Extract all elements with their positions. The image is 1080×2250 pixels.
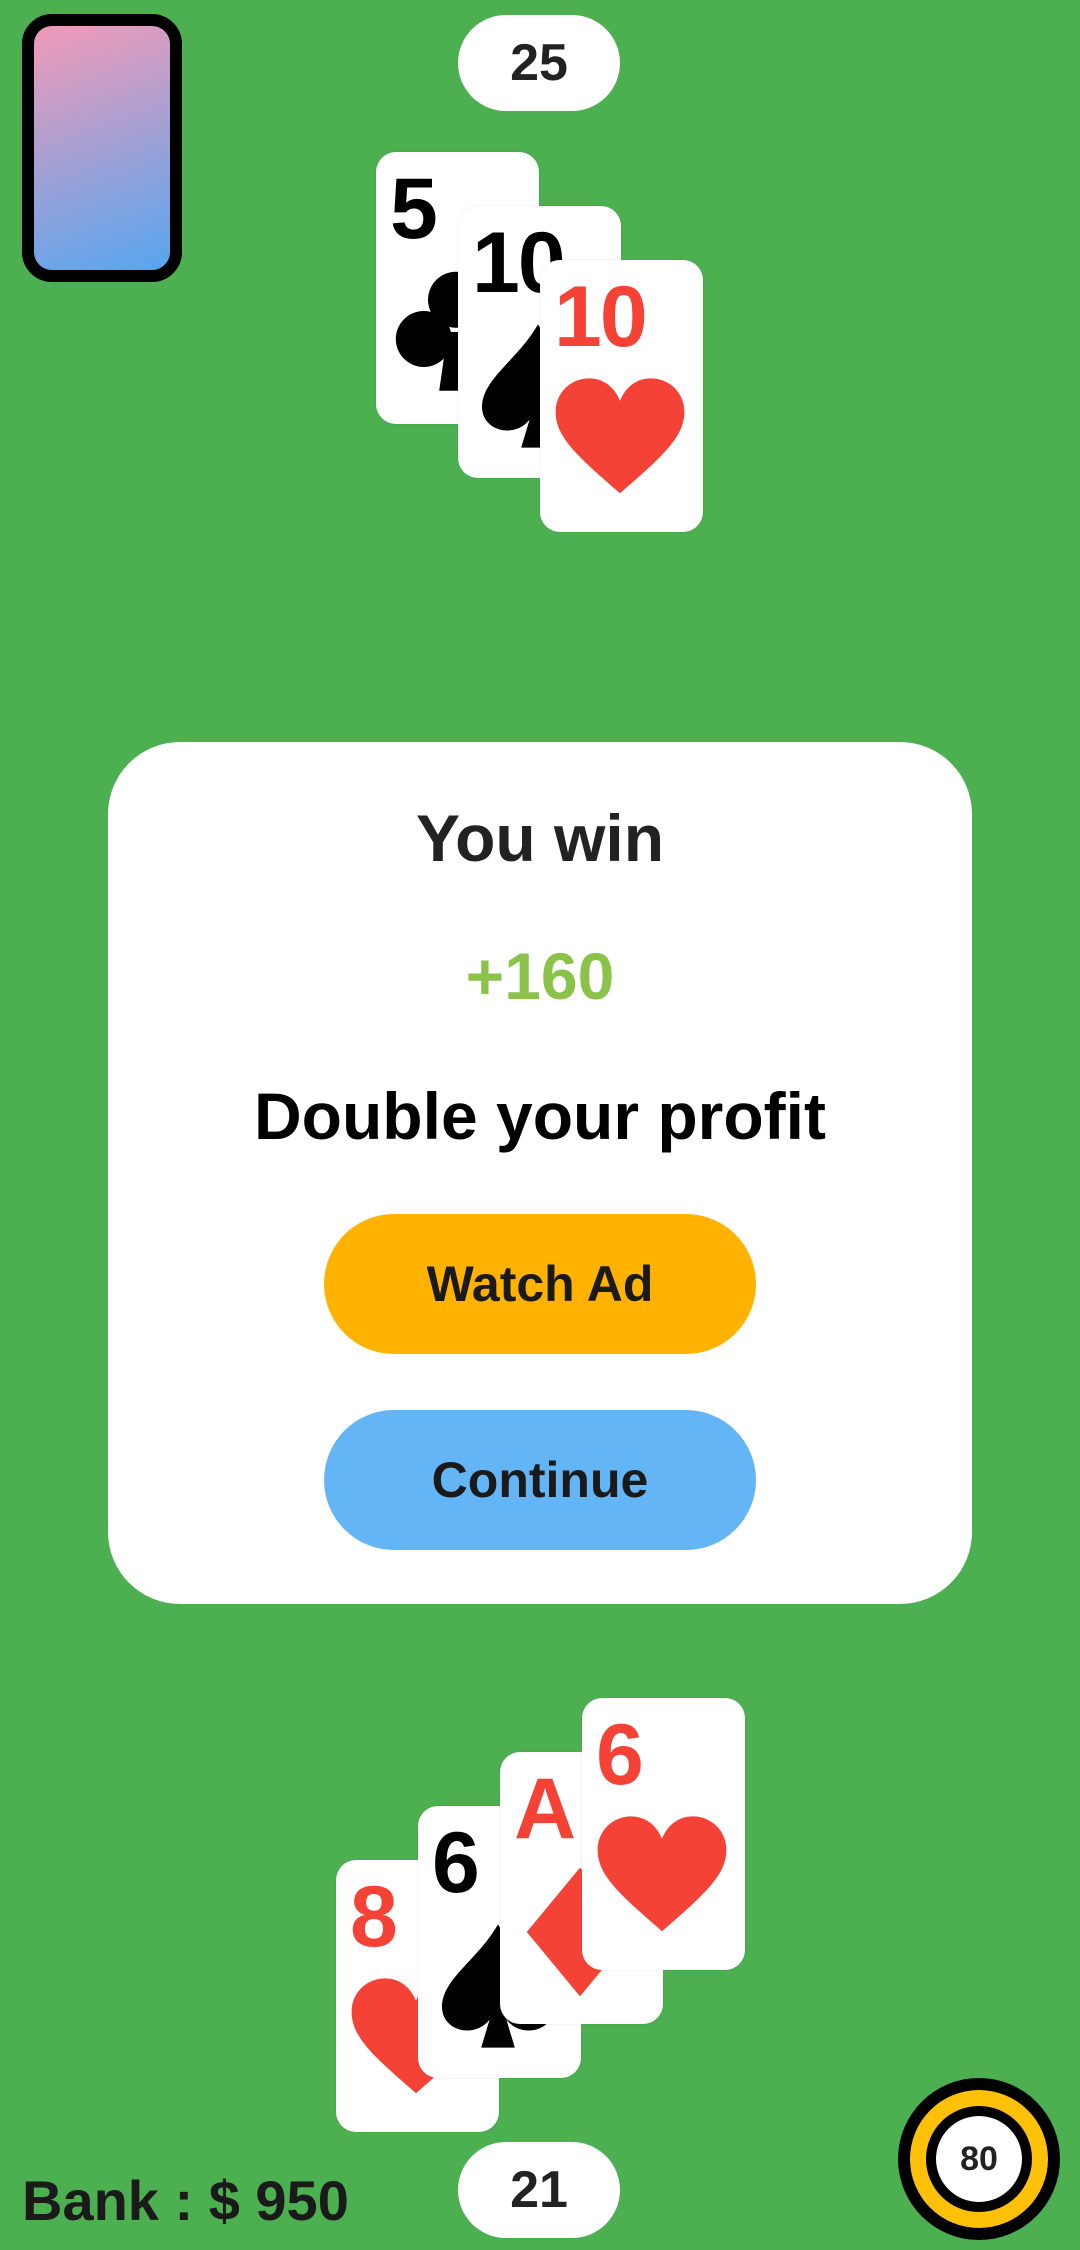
card-rank: A [514, 1761, 576, 1857]
watch-ad-button[interactable]: Watch Ad [324, 1214, 756, 1354]
dealer-score: 25 [458, 15, 620, 111]
bet-chip-icon[interactable]: 80 [898, 2078, 1060, 2240]
bank-balance: Bank : $ 950 [22, 2169, 349, 2232]
dealer-card: 10 [540, 260, 703, 532]
continue-button[interactable]: Continue [324, 1410, 756, 1550]
card-rank: 8 [350, 1869, 398, 1965]
player-score: 21 [458, 2142, 620, 2238]
heart-icon [597, 1816, 727, 1932]
double-profit-text: Double your profit [254, 1079, 826, 1153]
chip-value: 80 [936, 2116, 1022, 2202]
heart-icon [555, 378, 685, 494]
card-rank: 6 [596, 1707, 644, 1803]
card-rank: 5 [390, 161, 438, 257]
reward-amount: +160 [465, 939, 615, 1013]
result-title: You win [415, 801, 665, 875]
player-card: 6 [582, 1698, 745, 1970]
card-rank: 10 [554, 269, 648, 365]
card-rank: 6 [432, 1815, 480, 1911]
deck-card-back-icon[interactable] [22, 14, 182, 282]
result-dialog: You win +160 Double your profit Watch Ad… [108, 742, 972, 1604]
